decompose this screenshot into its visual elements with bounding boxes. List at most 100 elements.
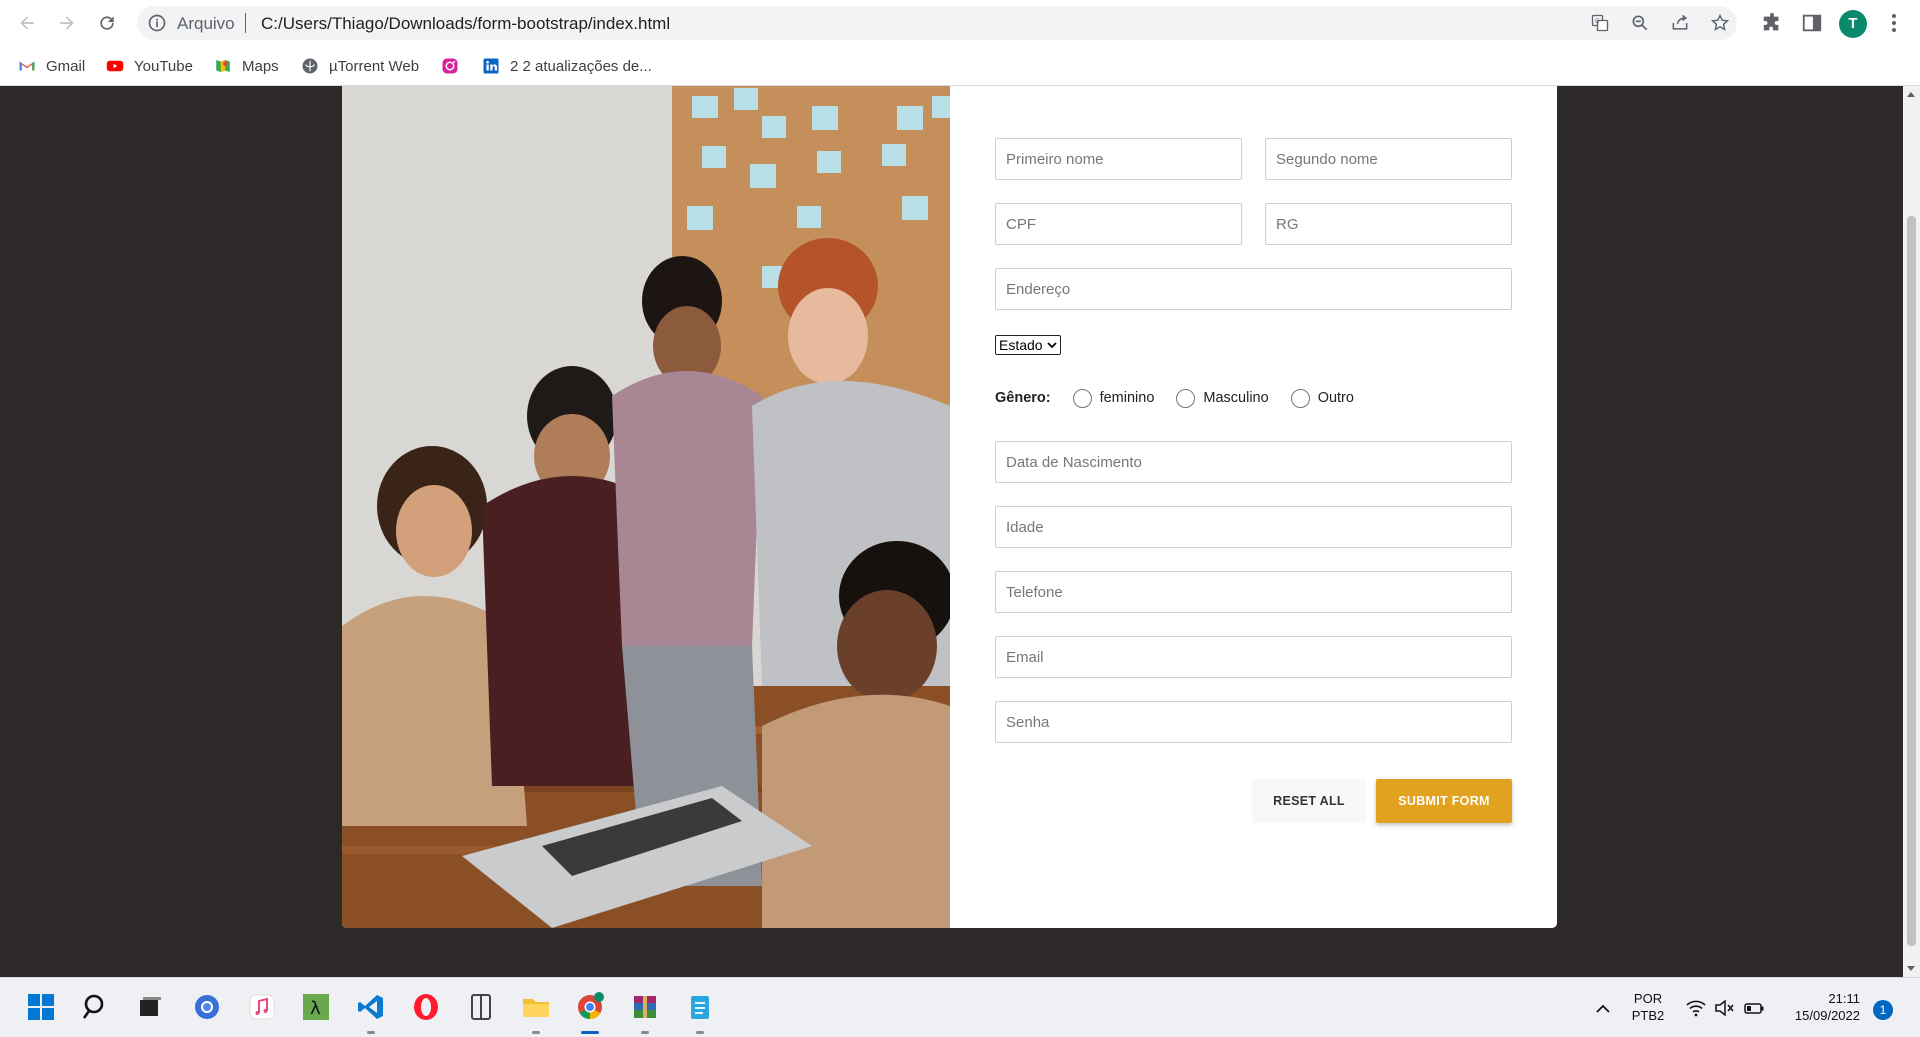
address-bar[interactable]: Arquivo C:/Users/Thiago/Downloads/form-b… (137, 6, 1737, 40)
input-language[interactable]: POR PTB2 (1628, 990, 1668, 1024)
keyboard-layout: PTB2 (1631, 1008, 1665, 1023)
page-scrollbar[interactable] (1903, 86, 1920, 977)
winrar-icon[interactable] (628, 990, 662, 1024)
chrome-canary-icon[interactable] (190, 990, 224, 1024)
windows-taskbar: λ POR PTB2 21:11 15/09/2022 (0, 977, 1920, 1037)
state-select-value: Estado (999, 337, 1043, 353)
bookmark-label: Gmail (46, 57, 86, 75)
zoom-out-icon[interactable] (1630, 13, 1650, 33)
clock[interactable]: 21:11 15/09/2022 (1778, 990, 1860, 1024)
browser-menu-icon[interactable] (1890, 11, 1898, 35)
bookmark-label: Maps (242, 57, 279, 75)
bookmarks-bar: Gmail YouTube Maps µTorrent Web 2 2 atua… (0, 46, 1920, 86)
task-view-icon[interactable] (132, 990, 166, 1024)
page-viewport: Estado Gênero: feminino Masculino Outro (0, 86, 1903, 977)
bookmark-youtube[interactable]: YouTube (106, 54, 193, 78)
gender-option-label: feminino (1099, 390, 1155, 406)
reset-all-button[interactable]: Reset all (1252, 779, 1366, 823)
share-icon[interactable] (1670, 13, 1690, 33)
team-photo (342, 86, 950, 928)
form-card: Estado Gênero: feminino Masculino Outro (342, 86, 1557, 928)
taskbar-running-indicator (532, 1031, 540, 1034)
gender-option-label: Outro (1317, 390, 1354, 406)
submit-form-button[interactable]: Submit form (1376, 779, 1512, 823)
notepad-icon[interactable] (683, 990, 717, 1024)
gender-option-feminino[interactable]: feminino (1072, 388, 1155, 408)
side-panel-icon[interactable] (1801, 12, 1823, 34)
clock-time: 21:11 (1828, 991, 1860, 1006)
taskbar-running-indicator (367, 1031, 375, 1034)
bookmark-maps[interactable]: Maps (214, 54, 279, 78)
cpf-input[interactable] (995, 203, 1242, 245)
taskbar-running-indicator (641, 1031, 649, 1034)
gmail-icon (19, 61, 35, 71)
volume-muted-icon[interactable] (1713, 998, 1735, 1018)
battery-icon[interactable] (1743, 998, 1765, 1018)
svg-text:G: G (1595, 19, 1600, 25)
arrow-right-icon (60, 16, 74, 30)
clock-date: 15/09/2022 (1794, 1008, 1860, 1023)
radio-button[interactable] (1290, 388, 1310, 408)
chevron-up-icon[interactable] (1593, 999, 1613, 1019)
windows-start-icon[interactable] (24, 990, 58, 1024)
translate-icon[interactable]: G (1590, 13, 1610, 33)
email-input[interactable] (995, 636, 1512, 678)
age-input[interactable] (995, 506, 1512, 548)
youtube-icon (106, 60, 124, 72)
profile-avatar[interactable]: T (1839, 10, 1867, 38)
utorrent-icon (302, 58, 318, 74)
scheme-label: Arquivo (177, 14, 235, 33)
state-select[interactable]: Estado (995, 335, 1061, 355)
scroll-up-icon[interactable] (1907, 92, 1915, 97)
gender-option-label: Masculino (1203, 390, 1269, 406)
reload-icon (100, 16, 114, 30)
chevron-down-icon (1046, 342, 1057, 349)
browser-toolbar: Arquivo C:/Users/Thiago/Downloads/form-b… (0, 0, 1920, 46)
bookmark-utorrent[interactable]: µTorrent Web (301, 54, 419, 78)
gender-option-masculino[interactable]: Masculino (1176, 388, 1269, 408)
url-text[interactable]: C:/Users/Thiago/Downloads/form-bootstrap… (261, 14, 670, 34)
itunes-icon[interactable] (245, 990, 279, 1024)
linkedin-icon (483, 58, 499, 74)
bookmark-linkedin[interactable]: 2 2 atualizações de... (482, 54, 652, 78)
file-explorer-icon[interactable] (519, 990, 553, 1024)
birth-date-input[interactable] (995, 441, 1512, 483)
bookmark-label: µTorrent Web (329, 57, 420, 75)
vscode-icon[interactable] (354, 990, 388, 1024)
opera-icon[interactable] (409, 990, 443, 1024)
reader-icon[interactable] (464, 990, 498, 1024)
password-input[interactable] (995, 701, 1512, 743)
gender-label: Gênero: (995, 390, 1051, 406)
first-name-input[interactable] (995, 138, 1242, 180)
taskbar-running-indicator (696, 1031, 704, 1034)
bookmark-label: 2 2 atualizações de... (510, 57, 652, 75)
taskbar-active-indicator (581, 1031, 599, 1034)
search-icon[interactable] (79, 990, 113, 1024)
forward-button[interactable] (53, 9, 81, 37)
wifi-icon[interactable] (1685, 998, 1707, 1018)
scheme-separator (245, 13, 246, 33)
phone-input[interactable] (995, 571, 1512, 613)
bookmark-instagram[interactable] (441, 54, 469, 78)
svg-text:λ: λ (310, 998, 321, 1019)
rg-input[interactable] (1265, 203, 1512, 245)
info-icon[interactable] (147, 13, 167, 33)
radio-button[interactable] (1072, 388, 1092, 408)
extensions-icon[interactable] (1761, 12, 1783, 34)
scroll-thumb[interactable] (1907, 216, 1916, 946)
notification-badge[interactable]: 1 (1873, 1000, 1893, 1020)
bookmark-star-icon[interactable] (1710, 13, 1730, 33)
chrome-icon[interactable] (573, 990, 607, 1024)
scroll-down-icon[interactable] (1907, 966, 1915, 971)
bookmark-gmail[interactable]: Gmail (18, 54, 85, 78)
arrow-left-icon (20, 16, 34, 30)
reload-button[interactable] (93, 9, 121, 37)
lambda-app-icon[interactable]: λ (299, 990, 333, 1024)
last-name-input[interactable] (1265, 138, 1512, 180)
address-input[interactable] (995, 268, 1512, 310)
maps-icon (216, 60, 230, 72)
instagram-icon (442, 58, 458, 74)
radio-button[interactable] (1176, 388, 1196, 408)
back-button[interactable] (13, 9, 41, 37)
gender-option-outro[interactable]: Outro (1290, 388, 1354, 408)
